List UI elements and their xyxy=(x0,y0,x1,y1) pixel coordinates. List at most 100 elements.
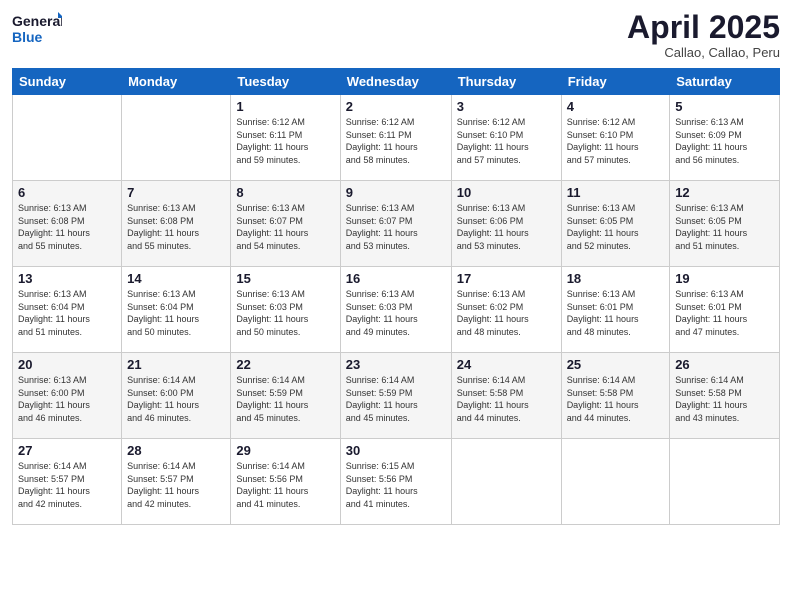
day-number: 26 xyxy=(675,357,774,372)
day-detail: Sunrise: 6:13 AM Sunset: 6:08 PM Dayligh… xyxy=(127,202,225,252)
day-detail: Sunrise: 6:13 AM Sunset: 6:03 PM Dayligh… xyxy=(236,288,334,338)
calendar-cell: 3Sunrise: 6:12 AM Sunset: 6:10 PM Daylig… xyxy=(451,95,561,181)
day-detail: Sunrise: 6:13 AM Sunset: 6:09 PM Dayligh… xyxy=(675,116,774,166)
day-detail: Sunrise: 6:13 AM Sunset: 6:05 PM Dayligh… xyxy=(567,202,665,252)
weekday-row: Sunday Monday Tuesday Wednesday Thursday… xyxy=(13,69,780,95)
calendar-cell: 11 Sunrise: 6:13 AM Sunset: 6:05 PM Dayli… xyxy=(561,181,670,267)
day-number: 24 xyxy=(457,357,556,372)
calendar-cell: 27 Sunrise: 6:14 AM Sunset: 5:57 PM Dayli… xyxy=(13,439,122,525)
calendar-cell: 10 Sunrise: 6:13 AM Sunset: 6:06 PM Dayli… xyxy=(451,181,561,267)
calendar-body: 1 Sunrise: 6:12 AM Sunset: 6:11 PM Daylig… xyxy=(13,95,780,525)
header: General Blue April 2025 Callao, Callao, … xyxy=(12,10,780,60)
day-detail: Sunrise: 6:13 AM Sunset: 6:04 PM Dayligh… xyxy=(127,288,225,338)
day-number: 9 xyxy=(346,185,446,200)
title-area: April 2025 Callao, Callao, Peru xyxy=(627,10,780,60)
calendar-cell: 5 Sunrise: 6:13 AM Sunset: 6:09 PM Daylig… xyxy=(670,95,780,181)
header-monday: Monday xyxy=(122,69,231,95)
day-number: 8 xyxy=(236,185,334,200)
day-detail: Sunrise: 6:14 AM Sunset: 5:58 PM Dayligh… xyxy=(457,374,556,424)
day-number: 4 xyxy=(567,99,665,114)
day-number: 18 xyxy=(567,271,665,286)
header-wednesday: Wednesday xyxy=(340,69,451,95)
calendar-cell: 2 Sunrise: 6:12 AM Sunset: 6:11 PM Daylig… xyxy=(340,95,451,181)
calendar-cell xyxy=(670,439,780,525)
day-number: 16 xyxy=(346,271,446,286)
header-tuesday: Tuesday xyxy=(231,69,340,95)
day-detail: Sunrise: 6:13 AM Sunset: 6:00 PM Dayligh… xyxy=(18,374,116,424)
day-number: 12 xyxy=(675,185,774,200)
calendar-table: Sunday Monday Tuesday Wednesday Thursday… xyxy=(12,68,780,525)
calendar-cell: 21Sunrise: 6:14 AM Sunset: 6:00 PM Dayli… xyxy=(122,353,231,439)
day-number: 14 xyxy=(127,271,225,286)
day-detail: Sunrise: 6:13 AM Sunset: 6:05 PM Dayligh… xyxy=(675,202,774,252)
day-detail: Sunrise: 6:14 AM Sunset: 5:57 PM Dayligh… xyxy=(18,460,116,510)
calendar-header: Sunday Monday Tuesday Wednesday Thursday… xyxy=(13,69,780,95)
day-detail: Sunrise: 6:14 AM Sunset: 5:59 PM Dayligh… xyxy=(236,374,334,424)
calendar-cell: 19Sunrise: 6:13 AM Sunset: 6:01 PM Dayli… xyxy=(670,267,780,353)
calendar-cell: 16Sunrise: 6:13 AM Sunset: 6:03 PM Dayli… xyxy=(340,267,451,353)
day-number: 13 xyxy=(18,271,116,286)
calendar-cell: 4Sunrise: 6:12 AM Sunset: 6:10 PM Daylig… xyxy=(561,95,670,181)
calendar-cell: 25 Sunrise: 6:14 AM Sunset: 5:58 PM Dayli… xyxy=(561,353,670,439)
day-number: 23 xyxy=(346,357,446,372)
svg-text:Blue: Blue xyxy=(12,29,43,45)
header-saturday: Saturday xyxy=(670,69,780,95)
calendar-week-row: 1 Sunrise: 6:12 AM Sunset: 6:11 PM Daylig… xyxy=(13,95,780,181)
calendar-cell: 18 Sunrise: 6:13 AM Sunset: 6:01 PM Dayli… xyxy=(561,267,670,353)
day-detail: Sunrise: 6:13 AM Sunset: 6:07 PM Dayligh… xyxy=(236,202,334,252)
day-number: 5 xyxy=(675,99,774,114)
header-friday: Friday xyxy=(561,69,670,95)
calendar-cell: 13 Sunrise: 6:13 AM Sunset: 6:04 PM Dayli… xyxy=(13,267,122,353)
calendar-cell xyxy=(13,95,122,181)
calendar-cell: 28Sunrise: 6:14 AM Sunset: 5:57 PM Dayli… xyxy=(122,439,231,525)
logo-svg: General Blue xyxy=(12,10,62,46)
calendar-cell: 12 Sunrise: 6:13 AM Sunset: 6:05 PM Dayli… xyxy=(670,181,780,267)
calendar-cell xyxy=(561,439,670,525)
day-detail: Sunrise: 6:14 AM Sunset: 5:58 PM Dayligh… xyxy=(675,374,774,424)
day-detail: Sunrise: 6:14 AM Sunset: 5:58 PM Dayligh… xyxy=(567,374,665,424)
header-sunday: Sunday xyxy=(13,69,122,95)
calendar-cell: 7 Sunrise: 6:13 AM Sunset: 6:08 PM Daylig… xyxy=(122,181,231,267)
day-number: 25 xyxy=(567,357,665,372)
day-detail: Sunrise: 6:13 AM Sunset: 6:08 PM Dayligh… xyxy=(18,202,116,252)
logo: General Blue xyxy=(12,10,62,46)
day-detail: Sunrise: 6:14 AM Sunset: 5:59 PM Dayligh… xyxy=(346,374,446,424)
calendar-cell xyxy=(451,439,561,525)
day-detail: Sunrise: 6:13 AM Sunset: 6:06 PM Dayligh… xyxy=(457,202,556,252)
calendar-week-row: 27 Sunrise: 6:14 AM Sunset: 5:57 PM Dayli… xyxy=(13,439,780,525)
day-detail: Sunrise: 6:13 AM Sunset: 6:04 PM Dayligh… xyxy=(18,288,116,338)
day-detail: Sunrise: 6:13 AM Sunset: 6:01 PM Dayligh… xyxy=(567,288,665,338)
day-detail: Sunrise: 6:12 AM Sunset: 6:11 PM Dayligh… xyxy=(346,116,446,166)
day-number: 2 xyxy=(346,99,446,114)
calendar-cell: 9 Sunrise: 6:13 AM Sunset: 6:07 PM Daylig… xyxy=(340,181,451,267)
calendar-week-row: 20 Sunrise: 6:13 AM Sunset: 6:00 PM Dayli… xyxy=(13,353,780,439)
page-container: General Blue April 2025 Callao, Callao, … xyxy=(0,0,792,612)
day-detail: Sunrise: 6:12 AM Sunset: 6:11 PM Dayligh… xyxy=(236,116,334,166)
day-detail: Sunrise: 6:13 AM Sunset: 6:02 PM Dayligh… xyxy=(457,288,556,338)
calendar-cell: 17 Sunrise: 6:13 AM Sunset: 6:02 PM Dayli… xyxy=(451,267,561,353)
day-detail: Sunrise: 6:14 AM Sunset: 5:56 PM Dayligh… xyxy=(236,460,334,510)
day-number: 7 xyxy=(127,185,225,200)
location-subtitle: Callao, Callao, Peru xyxy=(627,45,780,60)
day-number: 6 xyxy=(18,185,116,200)
calendar-cell: 23 Sunrise: 6:14 AM Sunset: 5:59 PM Dayli… xyxy=(340,353,451,439)
calendar-cell: 6 Sunrise: 6:13 AM Sunset: 6:08 PM Daylig… xyxy=(13,181,122,267)
month-title: April 2025 xyxy=(627,10,780,45)
day-number: 17 xyxy=(457,271,556,286)
day-number: 1 xyxy=(236,99,334,114)
svg-text:General: General xyxy=(12,13,62,29)
day-number: 28 xyxy=(127,443,225,458)
day-number: 11 xyxy=(567,185,665,200)
day-number: 15 xyxy=(236,271,334,286)
day-number: 27 xyxy=(18,443,116,458)
calendar-cell: 29 Sunrise: 6:14 AM Sunset: 5:56 PM Dayli… xyxy=(231,439,340,525)
day-detail: Sunrise: 6:15 AM Sunset: 5:56 PM Dayligh… xyxy=(346,460,446,510)
day-number: 10 xyxy=(457,185,556,200)
day-number: 22 xyxy=(236,357,334,372)
day-number: 29 xyxy=(236,443,334,458)
calendar-cell xyxy=(122,95,231,181)
day-number: 20 xyxy=(18,357,116,372)
day-number: 3 xyxy=(457,99,556,114)
day-detail: Sunrise: 6:13 AM Sunset: 6:07 PM Dayligh… xyxy=(346,202,446,252)
calendar-cell: 8 Sunrise: 6:13 AM Sunset: 6:07 PM Daylig… xyxy=(231,181,340,267)
